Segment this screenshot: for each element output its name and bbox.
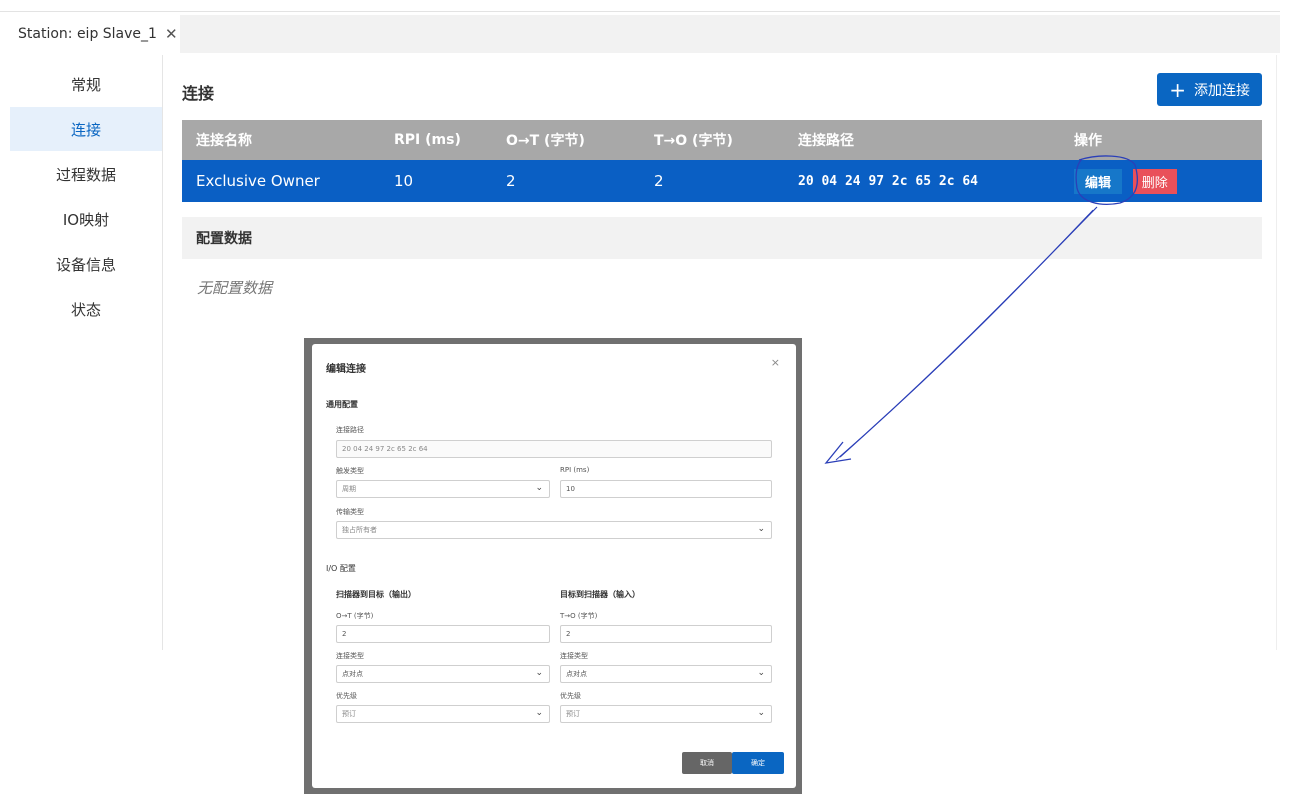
trigger-type-value: 周期 (342, 485, 356, 493)
io-config-heading: I/O 配置 (326, 564, 356, 573)
sidebar-item-label: 连接 (70, 120, 101, 139)
to-input[interactable]: 2 (560, 625, 772, 643)
edit-connection-dialog: 编辑连接 × 通用配置 连接路径 20 04 24 97 2c 65 2c 64… (312, 344, 796, 788)
chevron-down-icon: ⌄ (757, 708, 765, 718)
column-header-actions: 操作 (1074, 133, 1102, 149)
to-label: T→O (字节) (560, 612, 598, 620)
column-header-ot: O→T (字节) (506, 133, 585, 149)
tab-title: Station: eip Slave_1 (18, 26, 157, 42)
input-heading: 目标到扫描器（输入） (560, 590, 640, 599)
input-priority-select[interactable]: 预订 ⌄ (560, 705, 772, 723)
trigger-type-select[interactable]: 周期 ⌄ (336, 480, 550, 498)
close-icon[interactable]: ✕ (165, 25, 178, 43)
connections-table: 连接名称 RPI (ms) O→T (字节) T→O (字节) 连接路径 操作 … (182, 120, 1262, 202)
path-input[interactable]: 20 04 24 97 2c 65 2c 64 (336, 440, 772, 458)
add-connection-button[interactable]: + 添加连接 (1157, 73, 1262, 106)
sidebar-item-general[interactable]: 常规 (10, 62, 162, 106)
chevron-down-icon: ⌄ (757, 524, 765, 534)
rpi-label: RPI (ms) (560, 466, 590, 474)
delete-button[interactable]: 删除 (1132, 168, 1177, 194)
edit-button[interactable]: 编辑 (1074, 168, 1123, 194)
chevron-down-icon: ⌄ (535, 668, 543, 678)
path-label: 连接路径 (336, 426, 364, 434)
modal-backdrop: 编辑连接 × 通用配置 连接路径 20 04 24 97 2c 65 2c 64… (304, 338, 802, 794)
table-header: 连接名称 RPI (ms) O→T (字节) T→O (字节) 连接路径 操作 (182, 120, 1262, 160)
sidebar-item-label: 过程数据 (55, 165, 116, 184)
page-title: 连接 (182, 84, 215, 103)
column-header-to: T→O (字节) (654, 133, 733, 149)
sidebar-item-label: 状态 (70, 300, 101, 319)
config-data-header: 配置数据 (182, 217, 1262, 259)
sidebar-divider (162, 55, 163, 650)
output-conn-type-label: 连接类型 (336, 652, 364, 660)
input-conn-type-value: 点对点 (566, 670, 587, 678)
add-connection-label: 添加连接 (1194, 82, 1250, 99)
sidebar-item-process-data[interactable]: 过程数据 (10, 152, 162, 196)
sidebar-item-io-mapping[interactable]: IO映射 (10, 197, 162, 241)
ot-input[interactable]: 2 (336, 625, 550, 643)
sidebar: 常规 连接 过程数据 IO映射 设备信息 状态 (10, 62, 162, 332)
top-divider (0, 11, 1280, 12)
sidebar-item-label: 设备信息 (55, 255, 116, 274)
general-config-heading: 通用配置 (326, 400, 358, 409)
cell-to: 2 (654, 172, 664, 190)
output-priority-select[interactable]: 预订 ⌄ (336, 705, 550, 723)
annotation-arrow-head (824, 441, 852, 464)
cell-ot: 2 (506, 172, 516, 190)
sidebar-item-device-info[interactable]: 设备信息 (10, 242, 162, 286)
plus-icon: + (1169, 77, 1186, 102)
transport-type-value: 独占所有者 (342, 526, 377, 534)
sidebar-item-status[interactable]: 状态 (10, 287, 162, 331)
close-icon[interactable]: × (771, 356, 780, 369)
ot-label: O→T (字节) (336, 612, 374, 620)
tab-strip: Station: eip Slave_1 ✕ (0, 15, 1280, 53)
chevron-down-icon: ⌄ (535, 708, 543, 718)
sidebar-item-label: 常规 (70, 75, 101, 94)
output-heading: 扫描器到目标（输出） (336, 590, 416, 599)
input-conn-type-label: 连接类型 (560, 652, 588, 660)
column-header-path: 连接路径 (798, 133, 854, 149)
cell-name: Exclusive Owner (196, 172, 320, 190)
output-priority-label: 优先级 (336, 692, 357, 700)
trigger-type-label: 触发类型 (336, 467, 364, 475)
output-conn-type-select[interactable]: 点对点 ⌄ (336, 665, 550, 683)
sidebar-item-label: IO映射 (62, 210, 110, 229)
input-priority-label: 优先级 (560, 692, 581, 700)
column-header-name: 连接名称 (196, 133, 252, 149)
output-priority-value: 预订 (342, 710, 356, 718)
dialog-title: 编辑连接 (326, 364, 366, 375)
content-right-border (1276, 55, 1277, 650)
sidebar-item-connection[interactable]: 连接 (10, 107, 162, 151)
chevron-down-icon: ⌄ (535, 483, 543, 493)
cell-rpi: 10 (394, 172, 414, 190)
no-config-text: 无配置数据 (197, 279, 273, 297)
rpi-input[interactable]: 10 (560, 480, 772, 498)
column-header-rpi: RPI (ms) (394, 132, 461, 148)
output-conn-type-value: 点对点 (342, 670, 363, 678)
table-row[interactable]: Exclusive Owner 10 2 2 20 04 24 97 2c 65… (182, 160, 1262, 202)
cell-actions: 编辑 删除 (1074, 168, 1262, 194)
input-conn-type-select[interactable]: 点对点 ⌄ (560, 665, 772, 683)
chevron-down-icon: ⌄ (757, 668, 765, 678)
transport-type-label: 传输类型 (336, 508, 364, 516)
cancel-button[interactable]: 取消 (682, 752, 732, 774)
confirm-button[interactable]: 确定 (732, 752, 784, 774)
input-priority-value: 预订 (566, 710, 580, 718)
cell-path: 20 04 24 97 2c 65 2c 64 (798, 173, 979, 189)
transport-type-select[interactable]: 独占所有者 ⌄ (336, 521, 772, 539)
tab-station[interactable]: Station: eip Slave_1 ✕ (0, 15, 180, 53)
